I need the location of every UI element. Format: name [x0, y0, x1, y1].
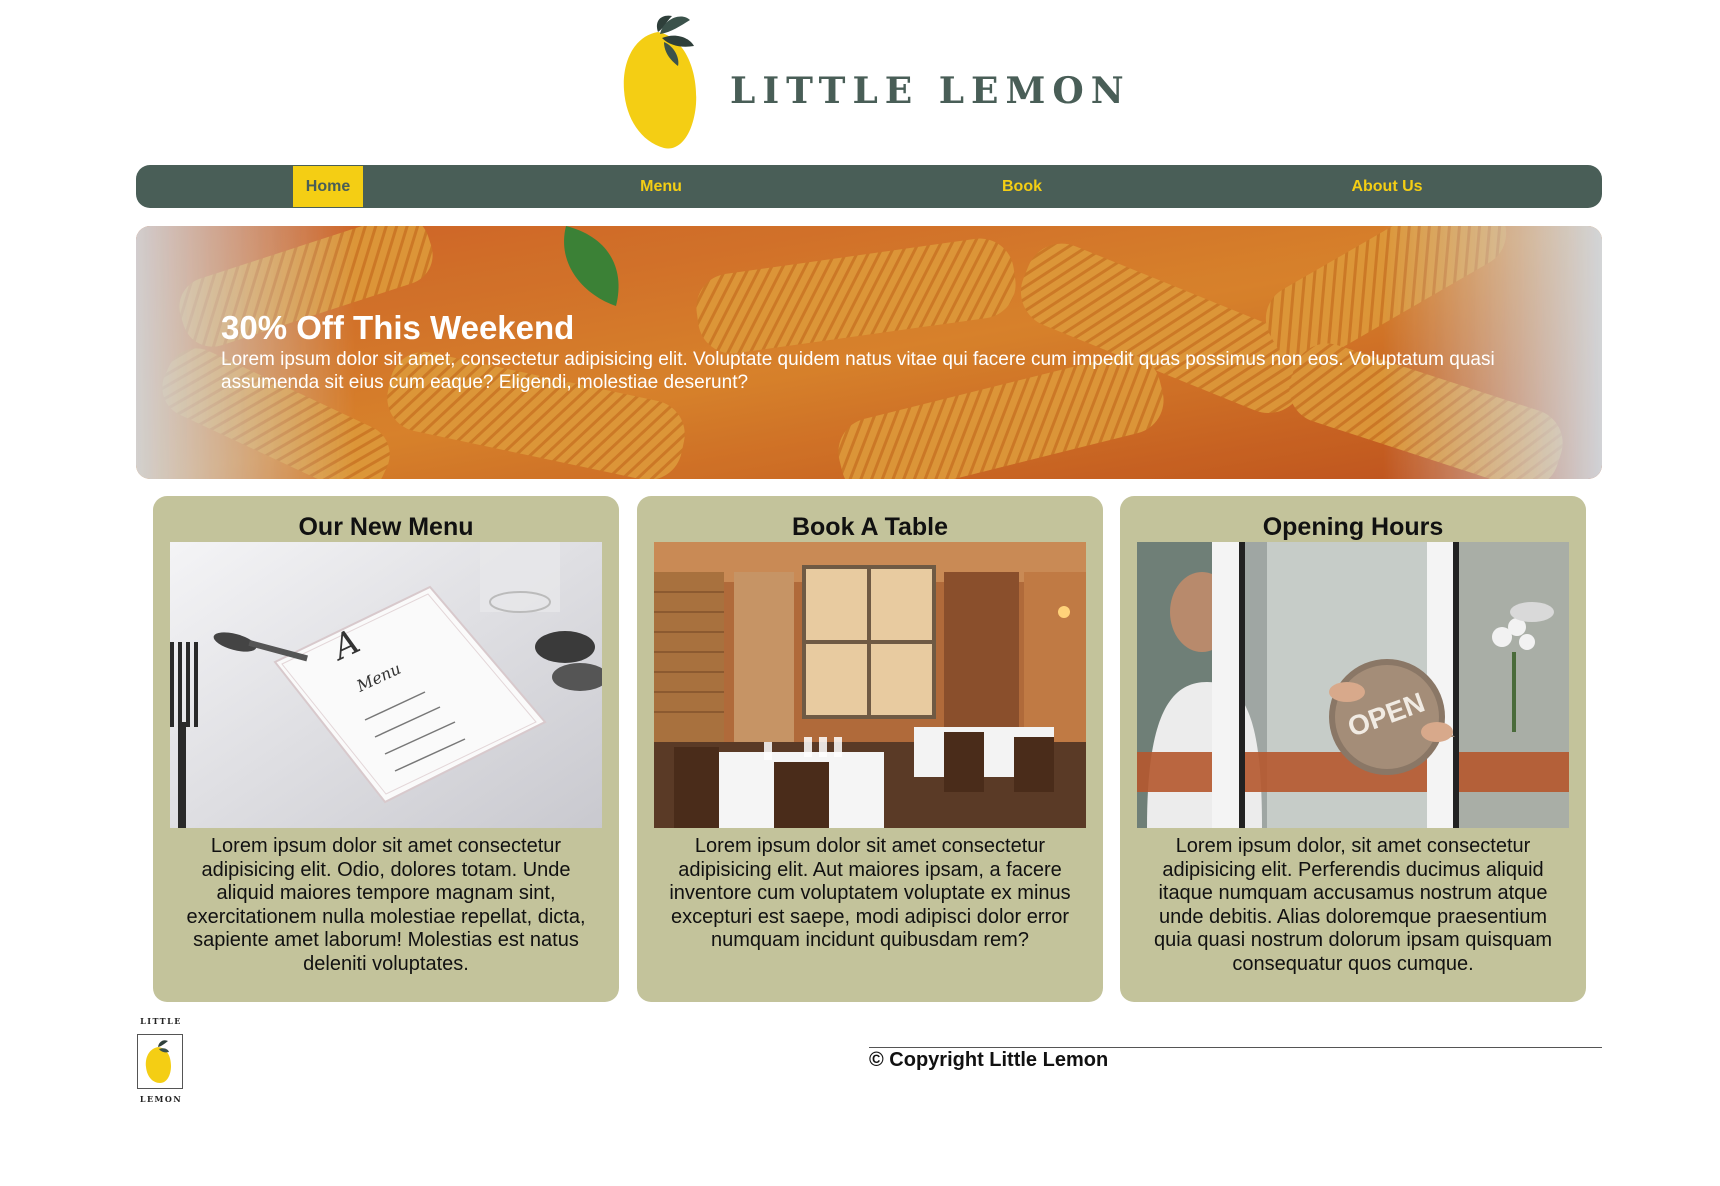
footer-logo-frame	[137, 1034, 183, 1089]
card-our-new-menu: Our New Menu A Menu Lorem ipsum dolor si…	[153, 496, 619, 1002]
hero-title: 30% Off This Weekend	[221, 309, 575, 346]
footer-logo-bottom-text: LEMON	[139, 1094, 183, 1104]
nav-item-menu[interactable]: Menu	[611, 165, 711, 208]
hero-banner: 30% Off This Weekend Lorem ipsum dolor s…	[136, 226, 1602, 479]
hero-text: Lorem ipsum dolor sit amet, consectetur …	[221, 349, 1495, 393]
nav-item-home[interactable]: Home	[293, 166, 363, 207]
open-sign-photo: OPEN	[1137, 542, 1569, 828]
card-text: Lorem ipsum dolor, sit amet consectetur …	[1154, 835, 1552, 975]
main-nav: Home Menu Book About Us	[136, 165, 1602, 208]
lemon-icon	[145, 1040, 171, 1083]
brand-name: LITTLE LEMON	[730, 70, 1131, 112]
card-image: A Menu	[170, 542, 602, 828]
card-book-a-table: Book A Table Lorem ipsum dolor sit amet …	[637, 496, 1103, 1002]
site-header: LITTLE LEMON	[0, 0, 1720, 160]
card-text: Lorem ipsum dolor sit amet consectetur a…	[669, 835, 1071, 951]
footer-divider	[869, 1047, 1602, 1048]
menu-card-photo: A Menu	[170, 542, 602, 828]
card-title: Opening Hours	[1262, 513, 1444, 541]
card-text: Lorem ipsum dolor sit amet consectetur a…	[186, 835, 586, 975]
footer-logo-top-text: LITTLE	[140, 1016, 182, 1026]
card-opening-hours: Opening Hours OPEN Lorem ipsum dolor, si…	[1120, 496, 1586, 1002]
nav-item-about-us[interactable]: About Us	[1322, 165, 1452, 208]
card-title: Our New Menu	[298, 513, 474, 541]
card-title: Book A Table	[791, 513, 949, 541]
lemon-icon	[623, 15, 697, 149]
footer-logo[interactable]: LITTLE LEMON	[136, 1016, 186, 1106]
restaurant-interior-photo	[654, 542, 1086, 828]
copyright-text: © Copyright Little Lemon	[869, 1049, 1109, 1071]
card-image	[654, 542, 1086, 828]
nav-item-book[interactable]: Book	[972, 165, 1072, 208]
card-image: OPEN	[1137, 542, 1569, 828]
brand-logo[interactable]: LITTLE LEMON	[620, 12, 1124, 152]
